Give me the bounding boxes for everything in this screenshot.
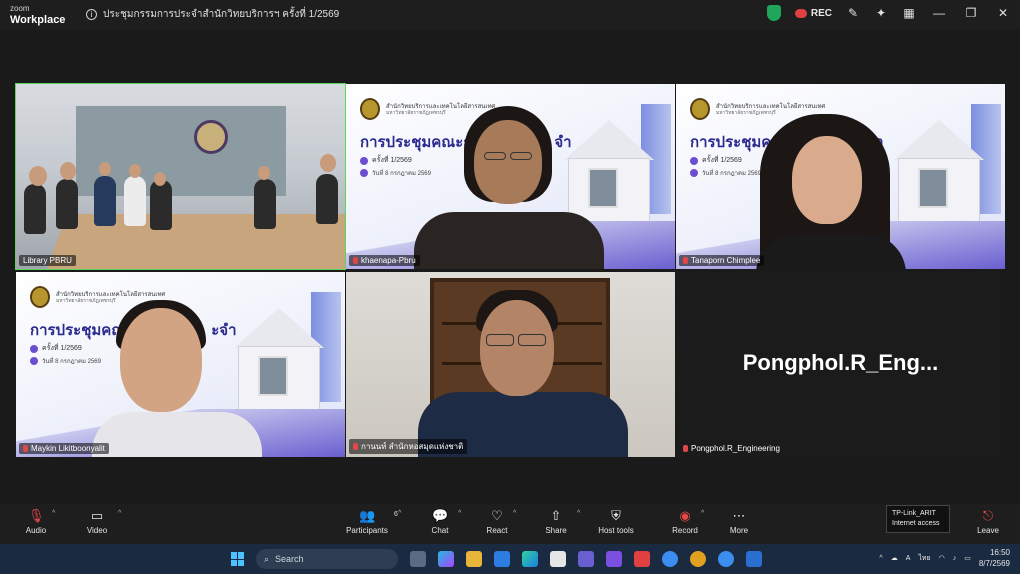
video-gallery: Library PBRU สำนักวิทยบริการและเทคโนโลยี…: [15, 83, 1006, 458]
edit-tools-icon[interactable]: ✎: [846, 6, 860, 20]
share-screen-icon: ⇧: [550, 508, 562, 523]
audio-options-chevron-icon[interactable]: ^: [52, 510, 55, 517]
windows-start-icon[interactable]: [231, 552, 245, 566]
university-seal-icon: [360, 98, 380, 120]
mic-muted-icon: [353, 257, 358, 264]
participants-button[interactable]: 👥 6 Participants: [337, 508, 398, 536]
zoom-app-icon[interactable]: [662, 551, 678, 567]
info-icon[interactable]: i: [86, 9, 97, 20]
system-tray: ^ ☁ A ไทย ◠ ♪ ▭ 16:50 8/7/2569: [879, 547, 1010, 569]
video-camera-icon: ▭: [90, 508, 104, 523]
copilot-icon[interactable]: [438, 551, 454, 567]
university-seal-icon: [194, 120, 228, 154]
participant-name-label: Tanaporn Chimplee: [679, 255, 765, 266]
mic-muted-icon: [23, 445, 28, 452]
teams-icon[interactable]: [578, 551, 594, 567]
zoom-workplace-icon[interactable]: [718, 551, 734, 567]
mail-icon[interactable]: [494, 551, 510, 567]
chat-options-chevron-icon[interactable]: ^: [458, 510, 461, 517]
participant-name-label: กานนท์ สำนักหอสมุดแห่งชาติ: [349, 439, 468, 454]
host-tools-button[interactable]: ⛨ Host tools: [586, 508, 646, 536]
participant-display-name: Pongphol.R_Eng...: [742, 350, 939, 375]
zoom-logo: zoom Workplace: [10, 4, 66, 26]
media-player-icon[interactable]: [606, 551, 622, 567]
network-tooltip: TP-Link_ARIT Internet access: [886, 505, 950, 533]
video-options-chevron-icon[interactable]: ^: [118, 510, 121, 517]
edge-browser-icon[interactable]: [522, 551, 538, 567]
maximize-button[interactable]: ❐: [962, 6, 980, 20]
snipping-tool-icon[interactable]: [746, 551, 762, 567]
react-options-chevron-icon[interactable]: ^: [513, 510, 516, 517]
meeting-title: ประชุมกรรมการประจำสำนักวิทยบริการฯ ครั้ง…: [103, 9, 340, 20]
wifi-icon[interactable]: ◠: [939, 554, 945, 562]
windows-taskbar: ⌕ Search ^ ☁ A ไทย ◠ ♪ ▭ 16:50 8/7/2569: [0, 544, 1020, 574]
conference-room-video: [16, 84, 345, 269]
title-bar-controls: REC ✎ ✦ ▦ — ❐ ✕: [766, 5, 1012, 21]
participants-options-chevron-icon[interactable]: ^: [398, 510, 401, 517]
participant-name-label: Pongphol.R_Engineering: [679, 443, 784, 454]
participant-name-label: Maykin Likitboonyalit: [19, 443, 109, 454]
chat-icon: 💬: [432, 508, 449, 523]
video-tile-khaenapa[interactable]: สำนักวิทยบริการและเทคโนโลยีสารสนเทศ มหาว…: [346, 84, 675, 269]
minimize-button[interactable]: —: [930, 6, 948, 20]
video-tile-kanon[interactable]: กานนท์ สำนักหอสมุดแห่งชาติ: [346, 272, 675, 457]
chevron-up-icon[interactable]: ^: [879, 555, 882, 562]
record-icon: ◉: [679, 508, 691, 523]
react-button[interactable]: ♡ React: [467, 508, 527, 536]
rec-label: REC: [810, 7, 832, 19]
cloud-record-icon: [794, 8, 807, 18]
store-icon[interactable]: [550, 551, 566, 567]
more-button[interactable]: ⋯ More: [709, 508, 769, 536]
mic-muted-icon: [683, 445, 688, 452]
participant-name-label: khaenapa-Pbru: [349, 255, 420, 266]
onedrive-cloud-icon[interactable]: ☁: [891, 554, 898, 562]
mic-muted-icon: [353, 443, 358, 450]
taskbar-clock[interactable]: 16:50 8/7/2569: [979, 547, 1010, 569]
app-l-icon[interactable]: [634, 551, 650, 567]
share-options-chevron-icon[interactable]: ^: [577, 510, 580, 517]
participants-icon: 👥 6: [359, 508, 398, 523]
leave-button[interactable]: ⎋ Leave: [958, 508, 1018, 536]
close-button[interactable]: ✕: [994, 6, 1012, 20]
taskbar-search-input[interactable]: ⌕ Search: [256, 549, 398, 569]
meeting-toolbar: 🎙 Audio ^ ▭ Video ^ 👥 6 Participants ^ 💬 …: [0, 504, 1020, 544]
ai-companion-icon[interactable]: ✦: [874, 6, 888, 20]
record-options-chevron-icon[interactable]: ^: [701, 510, 704, 517]
university-seal-icon: [690, 98, 710, 120]
video-tile-maykin[interactable]: สำนักวิทยบริการและเทคโนโลยีสารสนเทศ มหาว…: [16, 272, 345, 457]
video-tile-pongphol[interactable]: Pongphol.R_Eng... Pongphol.R_Engineering: [676, 272, 1005, 457]
meeting-info[interactable]: i ประชุมกรรมการประจำสำนักวิทยบริการฯ ครั…: [86, 7, 339, 22]
mic-muted-icon: 🎙: [28, 508, 45, 523]
search-icon: ⌕: [264, 553, 270, 564]
audio-button[interactable]: 🎙 Audio: [6, 508, 66, 536]
volume-icon[interactable]: ♪: [953, 555, 957, 562]
host-shield-icon: ⛨: [611, 508, 621, 523]
language-indicator[interactable]: ไทย: [918, 553, 930, 564]
input-method-icon[interactable]: A: [906, 555, 911, 562]
leave-door-icon: ⎋: [982, 508, 994, 523]
title-bar: zoom Workplace i ประชุมกรรมการประจำสำนัก…: [0, 0, 1020, 30]
chrome-icon[interactable]: [690, 551, 706, 567]
university-seal-icon: [30, 286, 50, 308]
participant-name-label: Library PBRU: [19, 255, 76, 266]
video-tile-library[interactable]: Library PBRU: [15, 83, 346, 270]
mic-muted-icon: [683, 257, 688, 264]
video-tile-tanaporn[interactable]: สำนักวิทยบริการและเทคโนโลยีสารสนเทศ มหาว…: [676, 84, 1005, 269]
view-grid-icon[interactable]: ▦: [902, 6, 916, 20]
file-explorer-icon[interactable]: [466, 551, 482, 567]
more-dots-icon: ⋯: [732, 508, 746, 523]
heart-icon: ♡: [491, 508, 503, 523]
record-button[interactable]: ◉ Record: [655, 508, 715, 536]
security-shield-icon[interactable]: [766, 5, 781, 21]
recording-indicator[interactable]: REC: [794, 7, 832, 19]
task-view-icon[interactable]: [410, 551, 426, 567]
battery-icon[interactable]: ▭: [964, 554, 971, 562]
